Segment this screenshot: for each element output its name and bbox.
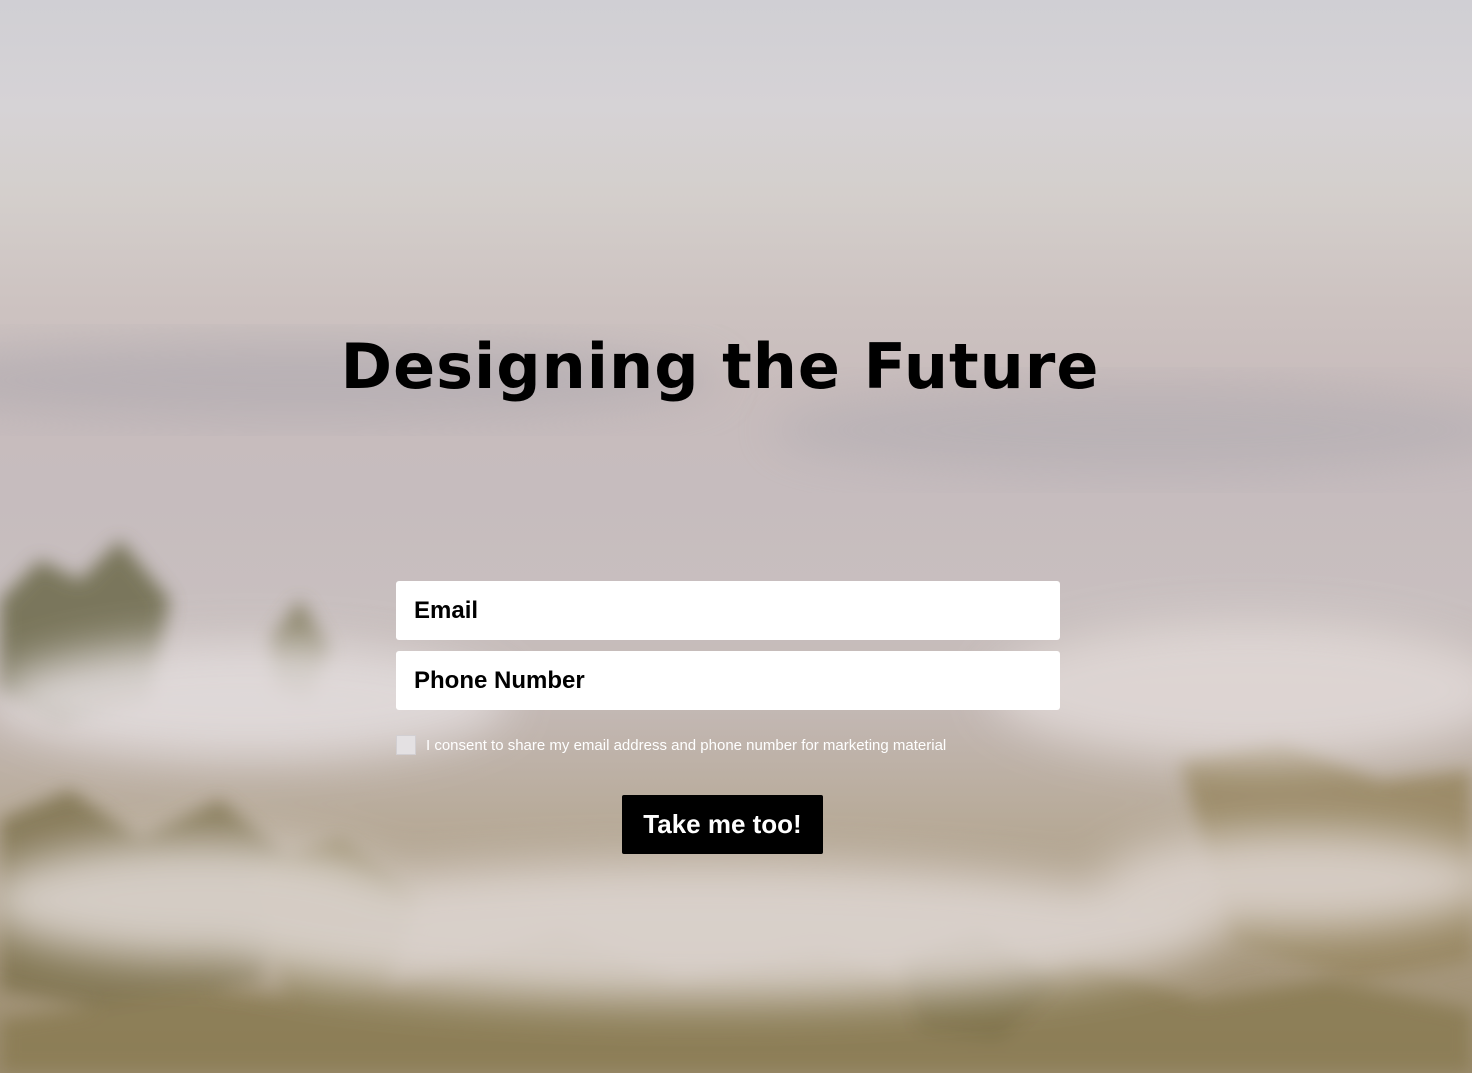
- page-title: Designing the Future: [340, 330, 1100, 403]
- submit-button[interactable]: Take me too!: [622, 795, 823, 854]
- background-image: [0, 0, 1472, 1073]
- consent-label: I consent to share my email address and …: [426, 736, 947, 754]
- email-field[interactable]: [396, 581, 1060, 640]
- signup-form: I consent to share my email address and …: [396, 581, 1060, 755]
- phone-number-field[interactable]: [396, 651, 1060, 710]
- foggy-forest-image: [0, 340, 1472, 1073]
- consent-checkbox[interactable]: [396, 735, 416, 755]
- consent-row: I consent to share my email address and …: [396, 735, 946, 755]
